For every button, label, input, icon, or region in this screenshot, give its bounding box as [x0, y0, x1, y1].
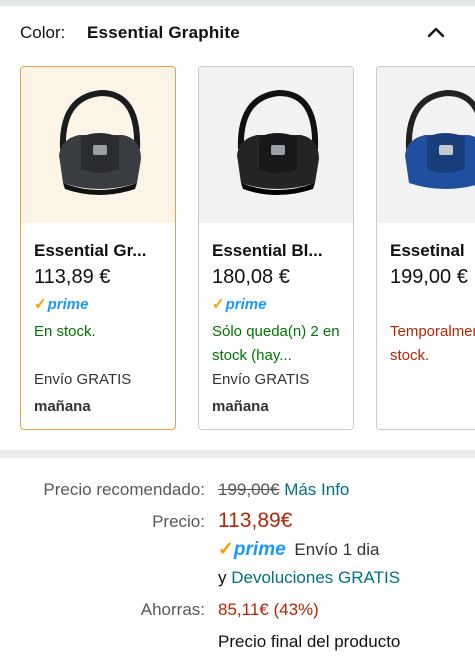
variant-image	[199, 67, 353, 223]
variant-image	[377, 67, 475, 223]
color-selector-header[interactable]: Color: Essential Graphite	[0, 6, 475, 58]
price-label: Precio:	[152, 512, 205, 531]
variant-carousel[interactable]: Essential Gr... 113,89 € ✓prime En stock…	[0, 66, 475, 434]
variant-image	[21, 67, 175, 223]
variant-card-graphite[interactable]: Essential Gr... 113,89 € ✓prime En stock…	[20, 66, 176, 430]
prime-badge: ✓prime	[212, 296, 267, 313]
variant-price: 199,00 €	[390, 266, 468, 288]
check-icon: ✓	[212, 296, 225, 313]
variant-price: 113,89 €	[34, 266, 111, 288]
stock-status: Sólo queda(n) 2 en stock (hay...	[212, 323, 340, 364]
variant-name: Essential Gr...	[34, 241, 147, 260]
delivery-text: Envío 1 dia	[294, 540, 380, 559]
free-returns-link[interactable]: Devoluciones GRATIS	[231, 568, 400, 587]
delivery-day: mañana	[212, 398, 269, 415]
car-seat-image	[237, 89, 319, 195]
car-seat-image	[405, 89, 475, 189]
variant-price: 180,08 €	[212, 266, 290, 288]
more-info-link[interactable]: Más Info	[284, 480, 349, 499]
color-label: Color:	[20, 23, 66, 42]
savings-value: 85,11€ (43%)	[218, 600, 319, 619]
check-icon: ✓	[34, 296, 47, 313]
prime-badge: ✓prime	[34, 296, 89, 313]
rrp-value: 199,00€	[218, 480, 280, 499]
final-price-note: Precio final del producto	[218, 632, 401, 651]
variant-name: Essential Bl...	[212, 241, 323, 260]
variant-name: Essetinal	[390, 241, 465, 260]
shipping-text: Envío GRATIS	[34, 371, 132, 388]
savings-label: Ahorras:	[140, 600, 205, 619]
selected-color-value: Essential Graphite	[87, 23, 240, 42]
delivery-day: mañana	[34, 398, 91, 415]
check-icon: ✓	[218, 539, 234, 560]
shipping-text: Envío GRATIS	[212, 371, 310, 388]
prime-delivery-row: ✓prime Envío 1 dia	[218, 538, 379, 561]
returns-row: y Devoluciones GRATIS	[218, 568, 400, 588]
rrp-label: Precio recomendado:	[43, 480, 205, 499]
stock-status: En stock.	[34, 323, 96, 340]
prime-logo: ✓prime	[218, 539, 286, 560]
section-divider	[0, 450, 475, 458]
chevron-up-icon[interactable]	[425, 22, 447, 42]
and-text: y	[218, 568, 227, 587]
variant-card-blue[interactable]: Essetinal 199,00 € Temporalmente sin sto…	[376, 66, 475, 430]
car-seat-image	[59, 89, 141, 195]
stock-status: Temporalmente sin stock.	[390, 323, 475, 364]
price-value: 113,89€	[218, 509, 293, 532]
rrp-row: 199,00€ Más Info	[218, 480, 349, 500]
variant-card-black[interactable]: Essential Bl... 180,08 € ✓prime Sólo que…	[198, 66, 354, 430]
